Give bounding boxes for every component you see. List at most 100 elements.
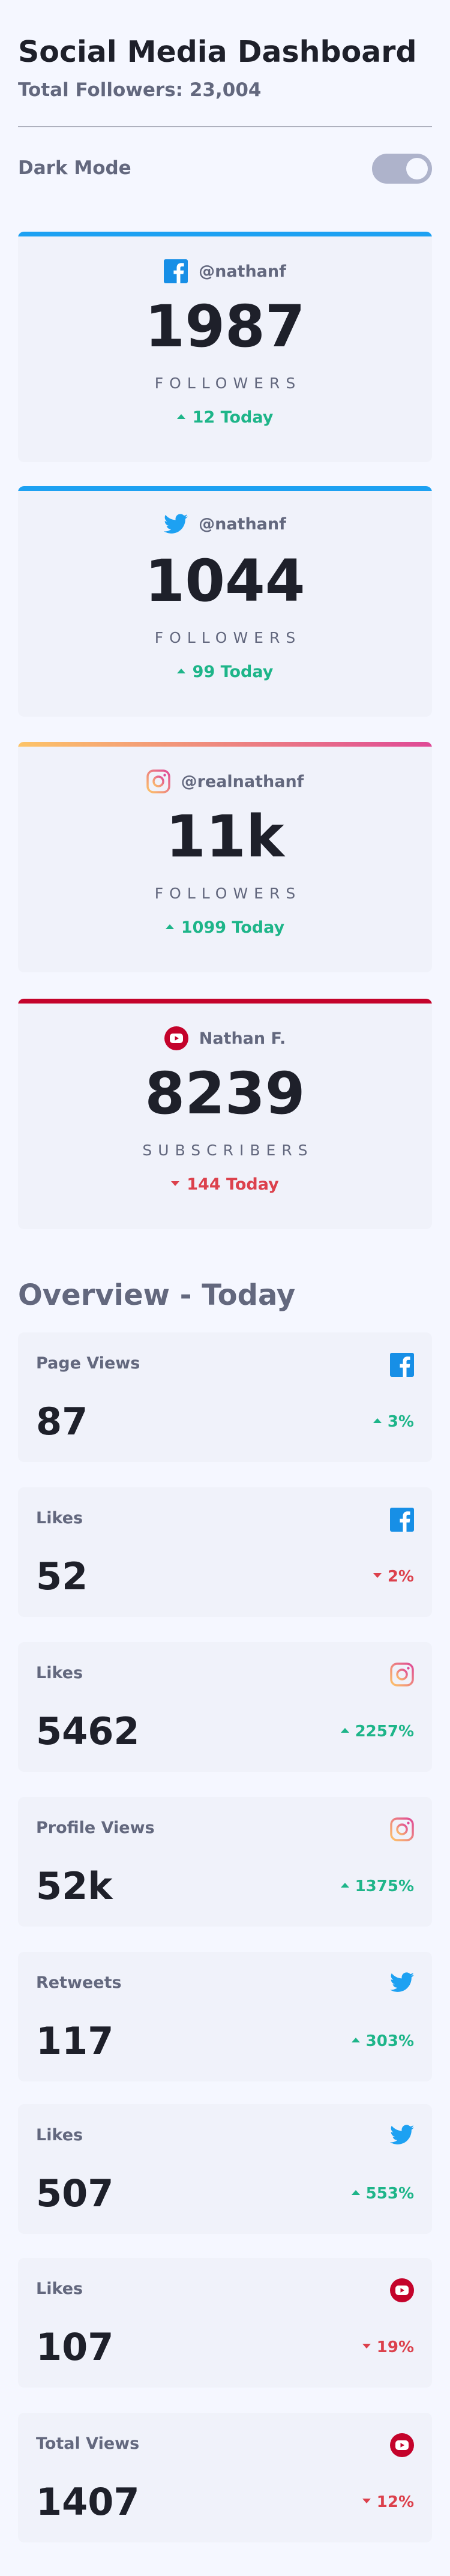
overview-label: Total Views xyxy=(36,2434,140,2453)
page-title: Social Media Dashboard xyxy=(18,35,417,69)
arrow-up-icon xyxy=(340,1882,349,1888)
card-delta: 99 Today xyxy=(18,663,432,681)
facebook-icon xyxy=(390,1353,414,1377)
dark-mode-label: Dark Mode xyxy=(18,157,131,179)
follower-card-facebook[interactable]: @nathanf 1987 FOLLOWERS 12 Today xyxy=(18,232,432,462)
card-delta-value: 144 Today xyxy=(187,1175,279,1194)
card-count: 1987 xyxy=(145,293,305,360)
overview-card[interactable]: Retweets 117 303% xyxy=(18,1952,432,2081)
arrow-up-icon xyxy=(176,668,185,673)
follower-card-instagram[interactable]: @realnathanf 11k FOLLOWERS 1099 Today xyxy=(18,742,432,972)
overview-delta-value: 3% xyxy=(387,1413,414,1431)
card-label: FOLLOWERS xyxy=(154,885,302,902)
arrow-up-icon xyxy=(373,1418,382,1423)
overview-card[interactable]: Likes 507 553% xyxy=(18,2104,432,2234)
card-delta: 12 Today xyxy=(18,408,432,427)
instagram-icon xyxy=(146,769,170,793)
overview-delta-value: 2257% xyxy=(355,1723,414,1741)
overview-card[interactable]: Likes 107 19% xyxy=(18,2258,432,2388)
overview-label: Profile Views xyxy=(36,1819,155,1837)
card-label: SUBSCRIBERS xyxy=(142,1142,314,1159)
overview-delta-value: 2% xyxy=(387,1568,414,1586)
arrow-up-icon xyxy=(176,414,185,419)
header-divider xyxy=(18,126,432,127)
twitter-icon xyxy=(390,2125,414,2145)
overview-card[interactable]: Total Views 1407 12% xyxy=(18,2413,432,2542)
card-accent-bar xyxy=(18,486,432,491)
total-followers: Total Followers: 23,004 xyxy=(18,79,262,101)
youtube-icon xyxy=(390,2278,414,2302)
card-label: FOLLOWERS xyxy=(154,629,302,646)
overview-card[interactable]: Profile Views 52k 1375% xyxy=(18,1797,432,1927)
card-count: 11k xyxy=(166,803,284,870)
arrow-down-icon xyxy=(362,2343,371,2349)
overview-delta-value: 553% xyxy=(365,2185,414,2203)
card-accent-bar xyxy=(18,232,432,236)
overview-label: Likes xyxy=(36,2126,83,2144)
card-count: 8239 xyxy=(145,1060,305,1127)
facebook-icon xyxy=(164,259,188,283)
overview-card[interactable]: Page Views 87 3% xyxy=(18,1332,432,1462)
overview-value: 52 xyxy=(36,1554,88,1598)
arrow-down-icon xyxy=(362,2498,371,2503)
card-handle: Nathan F. xyxy=(199,1029,286,1048)
card-delta-value: 12 Today xyxy=(192,408,274,427)
card-handle: @nathanf xyxy=(199,514,286,534)
overview-delta: 303% xyxy=(351,2032,414,2050)
arrow-down-icon xyxy=(171,1181,180,1186)
card-delta-value: 99 Today xyxy=(192,663,274,681)
card-delta-value: 1099 Today xyxy=(181,918,285,937)
overview-delta: 3% xyxy=(373,1413,414,1431)
overview-value: 52k xyxy=(36,1864,113,1908)
twitter-icon xyxy=(390,1972,414,1993)
overview-label: Likes xyxy=(36,1509,83,1527)
overview-value: 507 xyxy=(36,2171,114,2215)
card-handle: @realnathanf xyxy=(181,772,304,791)
overview-delta: 2% xyxy=(373,1568,414,1586)
youtube-icon xyxy=(164,1026,188,1050)
overview-delta-value: 1375% xyxy=(355,1877,414,1895)
overview-delta: 2257% xyxy=(340,1723,414,1741)
overview-label: Retweets xyxy=(36,1973,122,1992)
overview-label: Page Views xyxy=(36,1354,140,1373)
overview-delta: 12% xyxy=(362,2493,414,2511)
overview-delta: 1375% xyxy=(340,1877,414,1895)
follower-card-twitter[interactable]: @nathanf 1044 FOLLOWERS 99 Today xyxy=(18,486,432,717)
overview-value: 1407 xyxy=(36,2480,140,2524)
overview-delta-value: 12% xyxy=(376,2493,414,2511)
overview-delta: 553% xyxy=(351,2185,414,2203)
overview-value: 87 xyxy=(36,1400,88,1443)
overview-delta-value: 19% xyxy=(376,2338,414,2356)
overview-value: 5462 xyxy=(36,1709,140,1753)
arrow-down-icon xyxy=(373,1572,382,1578)
card-delta: 144 Today xyxy=(18,1175,432,1194)
overview-label: Likes xyxy=(36,1664,83,1682)
follower-card-youtube[interactable]: Nathan F. 8239 SUBSCRIBERS 144 Today xyxy=(18,999,432,1229)
instagram-icon xyxy=(390,1663,414,1687)
card-handle: @nathanf xyxy=(199,262,286,281)
overview-value: 117 xyxy=(36,2019,114,2063)
toggle-knob[interactable] xyxy=(406,158,428,179)
arrow-up-icon xyxy=(165,924,174,929)
overview-label: Likes xyxy=(36,2280,83,2298)
instagram-icon xyxy=(390,1817,414,1841)
overview-delta-value: 303% xyxy=(365,2032,414,2050)
twitter-icon xyxy=(164,514,188,534)
facebook-icon xyxy=(390,1508,414,1532)
overview-card[interactable]: Likes 52 2% xyxy=(18,1487,432,1617)
overview-value: 107 xyxy=(36,2325,114,2369)
arrow-up-icon xyxy=(351,2037,360,2042)
dark-mode-toggle[interactable] xyxy=(372,154,432,184)
overview-title: Overview - Today xyxy=(18,1278,296,1312)
card-delta: 1099 Today xyxy=(18,918,432,937)
dashboard-page: Social Media Dashboard Total Followers: … xyxy=(0,0,450,2576)
card-accent-bar xyxy=(18,742,432,747)
youtube-icon xyxy=(390,2433,414,2457)
card-label: FOLLOWERS xyxy=(154,375,302,392)
arrow-up-icon xyxy=(340,1727,349,1733)
overview-delta: 19% xyxy=(362,2338,414,2356)
arrow-up-icon xyxy=(351,2189,360,2195)
card-count: 1044 xyxy=(145,547,305,615)
overview-card[interactable]: Likes 5462 2257% xyxy=(18,1642,432,1772)
card-accent-bar xyxy=(18,999,432,1004)
